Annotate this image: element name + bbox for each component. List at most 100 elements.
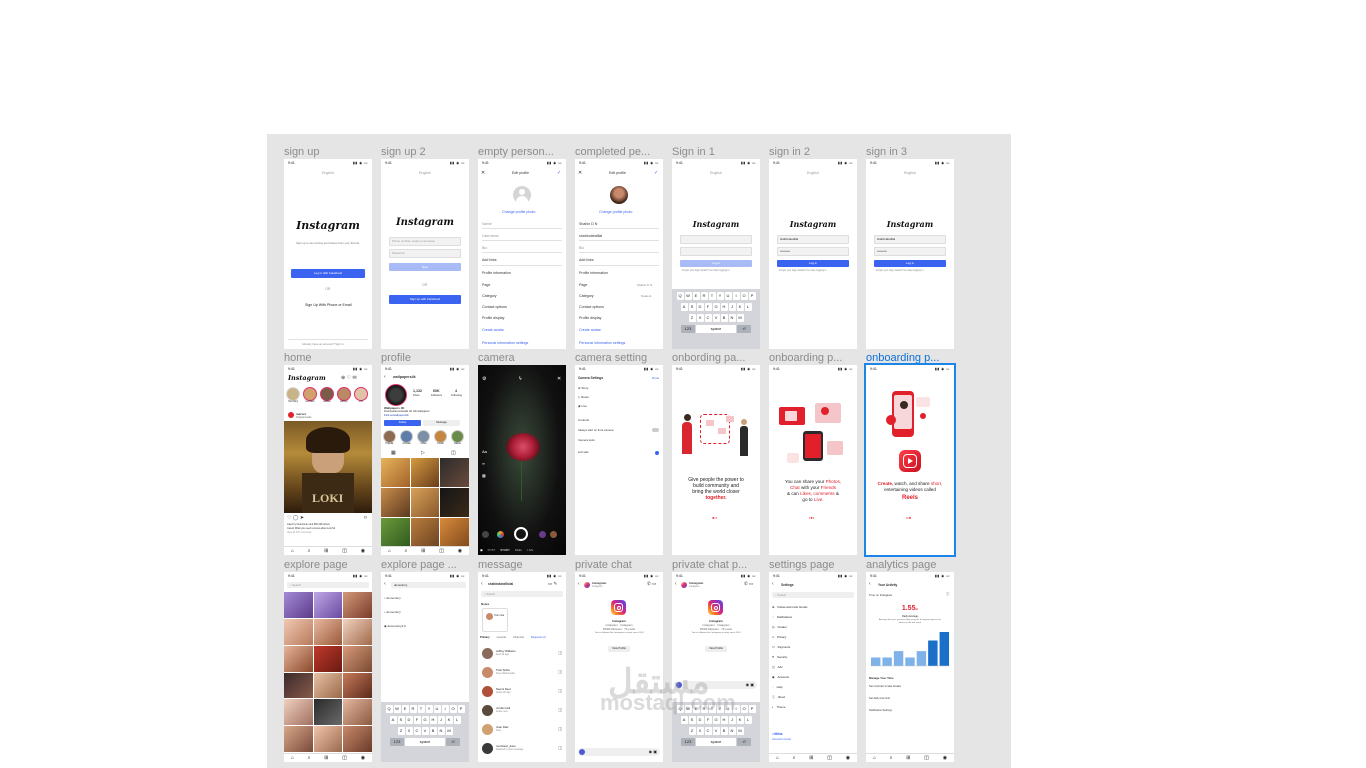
bio-field[interactable]: Bio <box>482 246 487 250</box>
profile-icon[interactable]: ◉ <box>943 755 947 761</box>
settings-item[interactable]: ◔ Notifications <box>772 612 854 622</box>
check-icon[interactable]: ✓ <box>654 170 658 176</box>
camera-icon[interactable]: ◫ <box>558 650 562 655</box>
key[interactable]: F <box>704 303 712 311</box>
settings-icon[interactable]: ⚙ <box>482 376 486 382</box>
front-camera-toggle[interactable] <box>652 428 659 432</box>
settings-item[interactable]: ⊕ Follow and invite friends <box>772 602 854 612</box>
accounts-center-link[interactable]: Accounts Center <box>772 738 791 741</box>
highlight[interactable]: Popular <box>383 430 396 445</box>
facebook-signup-button[interactable]: Sign up with Facebook <box>389 295 461 304</box>
settings-item[interactable]: ▭ Payments <box>772 642 854 652</box>
key[interactable]: D <box>405 716 413 724</box>
phone-email-signup-link[interactable]: Sign Up With Phone or Email <box>305 303 352 307</box>
page-item[interactable]: Page <box>579 283 587 287</box>
key-return[interactable]: ⏎ <box>737 325 751 333</box>
settings-item[interactable]: ⚿ Privacy <box>772 632 854 642</box>
key[interactable]: T <box>708 292 716 300</box>
tab-primary[interactable]: Primary <box>480 636 490 639</box>
password-input[interactable]: Password <box>389 249 461 258</box>
profile-icon[interactable]: ◉ <box>458 548 462 554</box>
search-result[interactable]: ⌕ dementory <box>384 610 401 614</box>
key[interactable]: K <box>736 716 744 724</box>
check-icon[interactable]: ✓ <box>557 170 561 176</box>
frame-camera[interactable]: camera ⚙ ϟ ✕ Aa ∞ ▦ ▣ POST STORY REEL LI… <box>478 352 566 555</box>
close-icon[interactable]: ✕ <box>481 170 485 176</box>
forgot-link[interactable]: Forgot your login details? Get help logg… <box>779 269 827 272</box>
done-button[interactable]: Done <box>652 376 659 380</box>
key[interactable]: U <box>433 705 441 713</box>
post-image[interactable]: LOKI <box>284 421 372 513</box>
key[interactable]: H <box>720 303 728 311</box>
key[interactable]: S <box>688 716 696 724</box>
reminder-item[interactable]: Set reminder to take breaks <box>869 685 901 688</box>
boomerang-icon[interactable]: ∞ <box>482 461 485 466</box>
camera-icon[interactable]: ◫ <box>558 688 562 693</box>
key[interactable]: H <box>720 716 728 724</box>
daily-limit-item[interactable]: Set daily time limit <box>869 697 890 700</box>
key[interactable]: J <box>728 303 736 311</box>
add-icon[interactable]: ⊞ <box>324 755 328 761</box>
home-icon[interactable]: ⌂ <box>873 755 876 761</box>
header-icons[interactable]: ⊕ ♡ ✉ <box>341 375 357 381</box>
frame-explore[interactable]: explore page 9:41 ▮▮ ◉ ▭ ⌕ Search ⌂ ⌕ ⊞ ◫ ◉ <box>284 559 372 762</box>
frame-onboarding-3[interactable]: onboarding p... 9:41 ▮▮ ◉ ▭ Create, watch… <box>864 352 956 557</box>
add-icon[interactable]: ⊞ <box>421 548 425 554</box>
chat-row[interactable]: Juan Diaz Sent ◫ <box>478 721 566 740</box>
following-count[interactable]: 4 <box>455 389 457 393</box>
mode-story[interactable]: STORY <box>500 548 510 552</box>
highlights-row[interactable]: Popular Animals Cities Foods Nature <box>383 430 464 445</box>
settings-item[interactable]: ⓘ About <box>772 692 854 702</box>
key[interactable]: I <box>732 292 740 300</box>
key[interactable]: Y <box>425 705 433 713</box>
frame-completed-personal[interactable]: completed pe... 9:41 ▮▮ ◉ ▭ ✕ Edit profil… <box>575 146 663 349</box>
key[interactable]: O <box>449 705 457 713</box>
frame-sign-in-3[interactable]: sign in 3 9:41 ▮▮ ◉ ▭ English Instagram s… <box>866 146 954 349</box>
story[interactable]: cathlee <box>320 387 334 403</box>
back-icon[interactable]: ‹ <box>675 581 677 587</box>
close-icon[interactable]: ✕ <box>557 376 561 382</box>
highlight[interactable]: Cities <box>417 430 430 445</box>
personal-info-link[interactable]: Personal information settings <box>579 341 625 345</box>
key-123[interactable]: 123 <box>681 738 695 746</box>
tab-bar[interactable]: ⌂ ⌕ ⊞ ◫ ◉ <box>284 753 372 762</box>
key[interactable]: L <box>453 716 461 724</box>
camera-icon[interactable]: ◫ <box>558 745 562 750</box>
change-photo-link[interactable]: Change profile photo <box>502 210 535 214</box>
frame-home[interactable]: home 9:41 ▮▮ ◉ ▭ Instagram ⊕ ♡ ✉ Your sto… <box>284 352 372 555</box>
close-icon[interactable]: ✕ <box>578 170 582 176</box>
login-button[interactable]: Log in <box>777 260 849 267</box>
frame-settings[interactable]: settings page 9:41 ▮▮ ◉ ▭ ‹ Settings ⌕ Se… <box>769 559 857 762</box>
view-profile-button[interactable]: View Profile <box>705 646 727 652</box>
key[interactable]: R <box>409 705 417 713</box>
add-icon[interactable]: ⊞ <box>906 755 910 761</box>
key[interactable]: M <box>736 727 744 735</box>
bookmark-icon[interactable]: ⌑ <box>364 515 367 521</box>
search-icon[interactable]: ⌕ <box>890 755 893 761</box>
key[interactable]: C <box>704 314 712 322</box>
profile-icon[interactable]: ◉ <box>846 755 850 761</box>
shop-icon[interactable]: ◫ <box>342 755 347 761</box>
key[interactable]: F <box>413 716 421 724</box>
key-123[interactable]: 123 <box>390 738 404 746</box>
page-dots[interactable]: ••● <box>906 515 911 520</box>
key[interactable]: F <box>704 716 712 724</box>
password-input[interactable]: •••••••••• <box>777 247 849 256</box>
key[interactable]: M <box>445 727 453 735</box>
key-space[interactable]: space <box>405 738 445 746</box>
back-icon[interactable]: ‹ <box>578 581 580 587</box>
posts-grid[interactable] <box>381 458 469 547</box>
key[interactable]: A <box>389 716 397 724</box>
frame-message[interactable]: message 9:41 ▮▮ ◉ ▭ ‹ shahindaraflicial ▭… <box>478 559 566 762</box>
settings-item[interactable]: ◌ Help <box>772 682 854 692</box>
key[interactable]: N <box>437 727 445 735</box>
info-icon[interactable]: ⓘ <box>946 592 950 597</box>
search-input[interactable]: ⌕ Search <box>772 592 854 598</box>
key[interactable]: I <box>441 705 449 713</box>
add-links-item[interactable]: Add links <box>579 258 594 262</box>
back-icon[interactable]: ‹ <box>384 374 386 380</box>
category-item[interactable]: Category <box>579 294 594 298</box>
contact-item[interactable]: Contact options <box>579 305 604 309</box>
shop-icon[interactable]: ◫ <box>827 755 832 761</box>
key[interactable]: J <box>437 716 445 724</box>
